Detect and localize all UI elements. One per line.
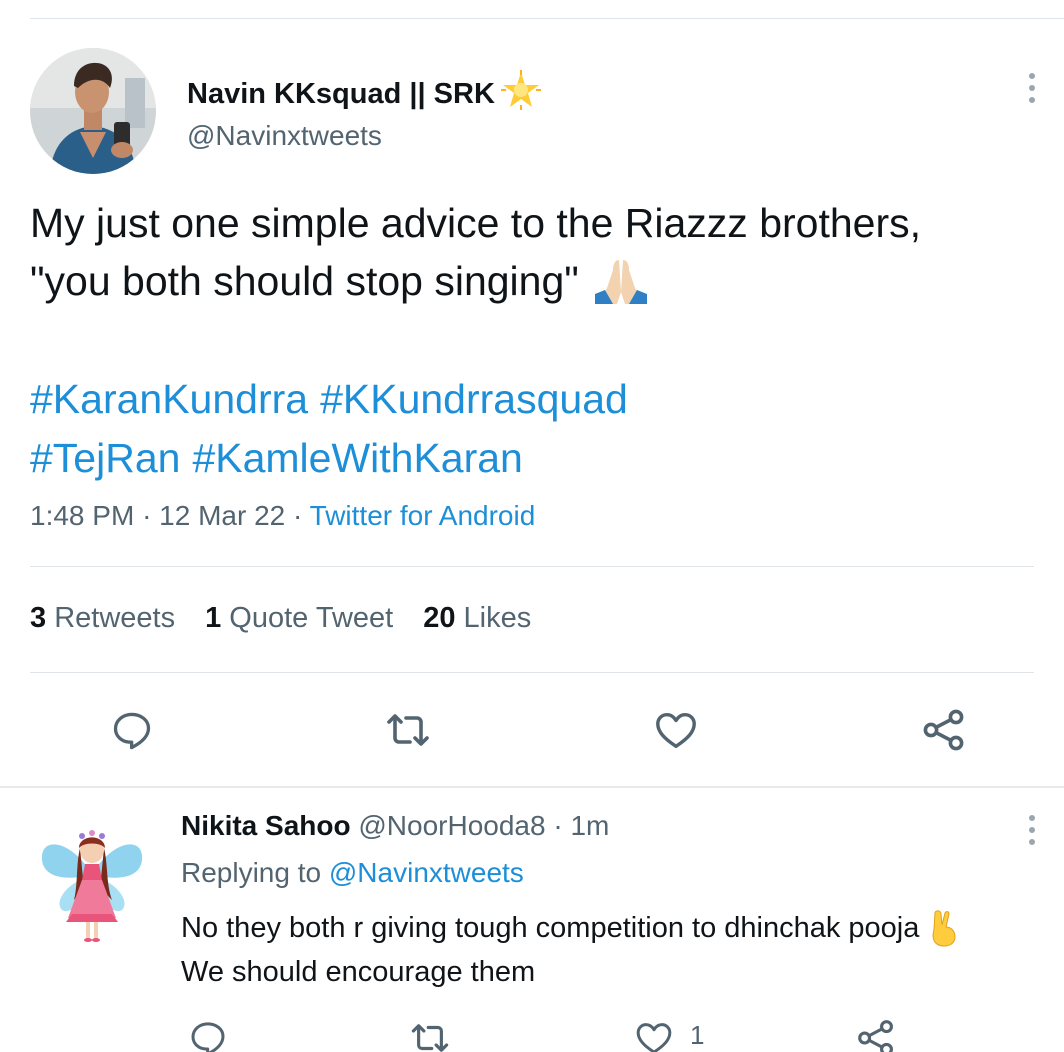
reply-more-options-icon[interactable] xyxy=(1012,810,1052,850)
author-name[interactable]: Navin KKsquad || SRK xyxy=(187,70,541,118)
likes-stat[interactable]: 20 Likes xyxy=(423,602,531,635)
retweets-stat[interactable]: 3 Retweets xyxy=(30,602,175,635)
reply-author-handle[interactable]: @NoorHooda8 xyxy=(358,810,545,841)
reply-author-avatar[interactable] xyxy=(36,818,148,948)
reply-icon[interactable] xyxy=(182,1012,234,1052)
top-divider xyxy=(30,18,1064,19)
author-name-text: Navin KKsquad || SRK xyxy=(187,77,495,110)
like-icon[interactable] xyxy=(628,1012,680,1052)
tweet-date[interactable]: 12 Mar 22 xyxy=(159,500,285,531)
reply-text: No they both r giving tough competition … xyxy=(181,906,959,994)
victory-hand-emoji xyxy=(929,909,959,947)
more-options-icon[interactable] xyxy=(1012,68,1052,108)
engagement-stats: 3 Retweets 1 Quote Tweet 20 Likes xyxy=(30,602,531,635)
like-icon[interactable] xyxy=(650,704,702,756)
tweet-meta: 1:48 PM · 12 Mar 22 · Twitter for Androi… xyxy=(30,500,535,532)
folded-hands-emoji xyxy=(593,256,649,306)
reply-text-line: We should encourage them xyxy=(181,956,536,988)
replying-prefix: Replying to xyxy=(181,857,322,888)
separator-dot: · xyxy=(293,500,303,531)
share-icon[interactable] xyxy=(850,1012,902,1052)
separator-dot: · xyxy=(142,500,152,531)
reply-time[interactable]: 1m xyxy=(570,810,609,841)
share-icon[interactable] xyxy=(918,704,970,756)
tweet-time[interactable]: 1:48 PM xyxy=(30,500,134,531)
reply-like-count: 1 xyxy=(690,1020,705,1050)
author-handle[interactable]: @Navinxtweets xyxy=(187,120,382,152)
tweet-source-link[interactable]: Twitter for Android xyxy=(310,500,536,531)
separator-dot: · xyxy=(553,810,563,841)
hashtag-link[interactable]: #KaranKundrra xyxy=(30,376,308,422)
reply-text-line: No they both r giving tough competition … xyxy=(181,906,959,950)
reply-author-name[interactable]: Nikita Sahoo xyxy=(181,810,351,841)
reply-icon[interactable] xyxy=(106,704,158,756)
tweet-text-line: "you both should stop singing" xyxy=(30,252,1050,310)
hashtag-link[interactable]: #TejRan xyxy=(30,435,180,481)
reply-header: Nikita Sahoo @NoorHooda8 · 1m xyxy=(181,810,609,842)
quote-tweets-stat[interactable]: 1 Quote Tweet xyxy=(205,602,393,635)
retweet-icon[interactable] xyxy=(382,704,434,756)
author-avatar[interactable] xyxy=(30,48,156,174)
divider xyxy=(30,672,1034,673)
tweet-text: My just one simple advice to the Riazzz … xyxy=(30,194,1050,310)
divider xyxy=(30,566,1034,567)
hashtag-link[interactable]: #KamleWithKaran xyxy=(192,435,522,481)
tweet-text-quote: "you both should stop singing" xyxy=(30,258,579,304)
tweet-text-line: My just one simple advice to the Riazzz … xyxy=(30,200,921,246)
star-emoji xyxy=(500,70,541,118)
reply-text-content: No they both r giving tough competition … xyxy=(181,912,920,944)
section-divider xyxy=(0,786,1064,788)
replying-to-link[interactable]: @Navinxtweets xyxy=(329,857,524,888)
hashtag-link[interactable]: #KKundrrasquad xyxy=(320,376,628,422)
hashtags: #KaranKundrra #KKundrrasquad #TejRan #Kaml… xyxy=(30,370,640,488)
replying-to: Replying to @Navinxtweets xyxy=(181,857,524,889)
retweet-icon[interactable] xyxy=(404,1012,456,1052)
